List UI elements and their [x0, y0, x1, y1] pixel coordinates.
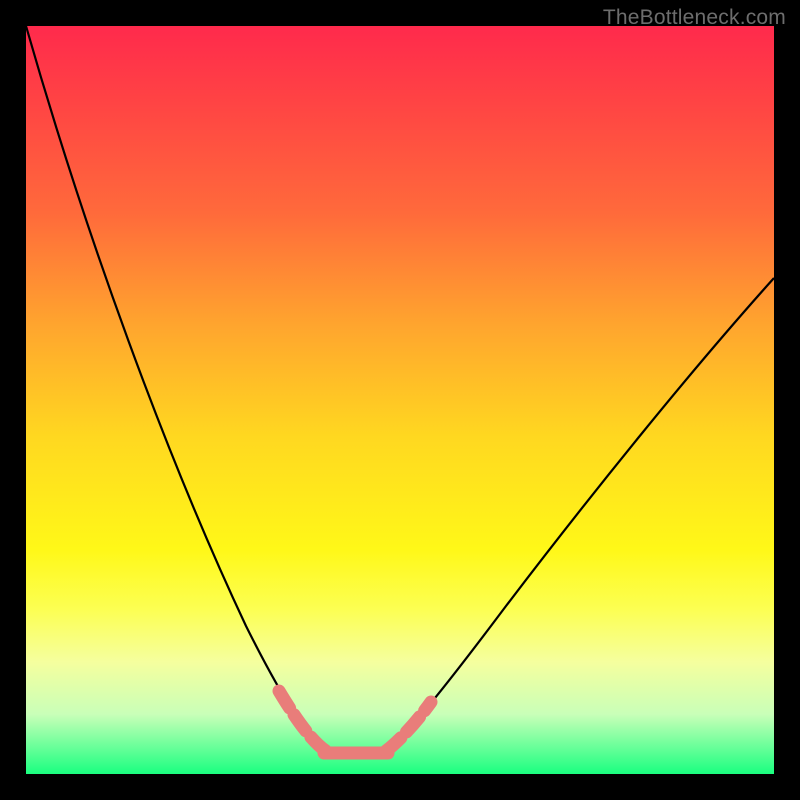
pink-overlay-right [386, 702, 431, 751]
curve-right [386, 278, 774, 751]
curve-left [26, 26, 326, 751]
bottleneck-curve [26, 26, 774, 774]
chart-area [26, 26, 774, 774]
watermark-text: TheBottleneck.com [603, 6, 786, 30]
pink-overlay-left [279, 691, 326, 751]
